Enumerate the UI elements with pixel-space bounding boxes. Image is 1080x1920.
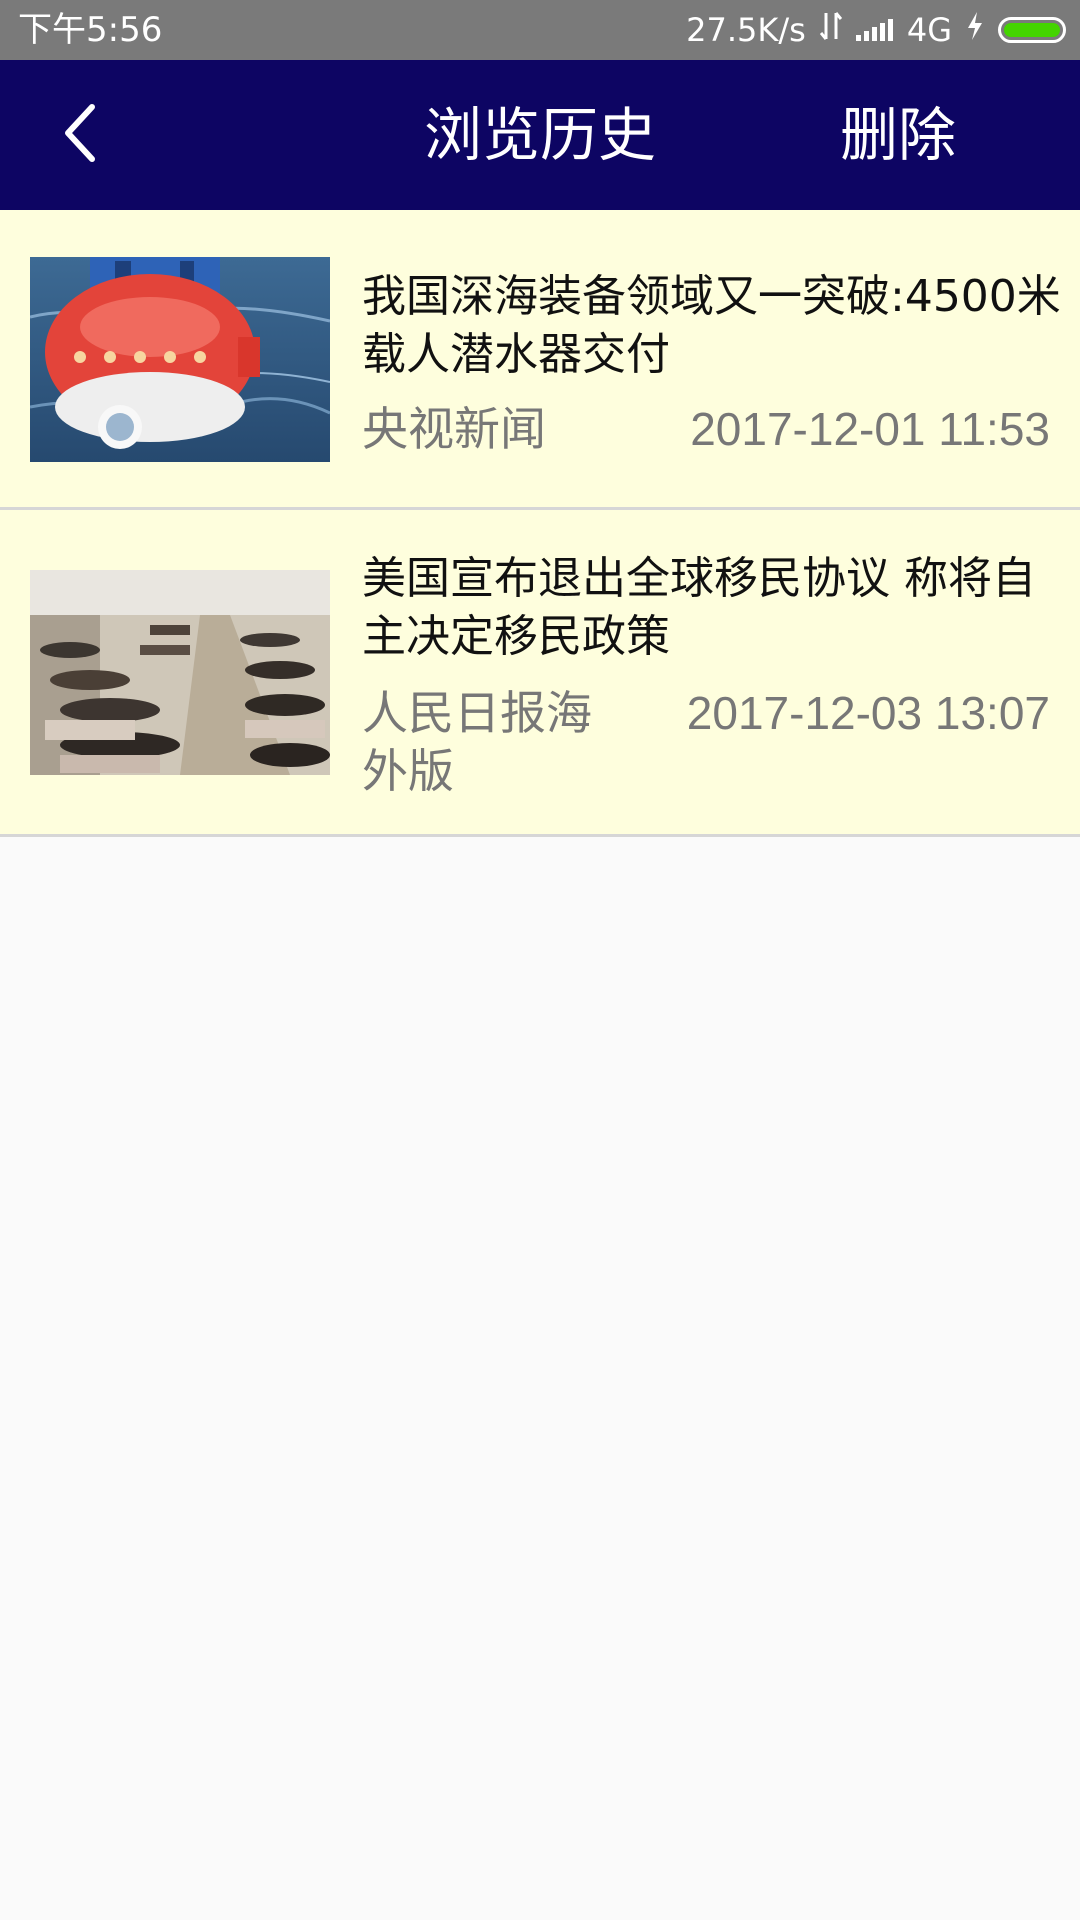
news-time: 2017-12-03 13:07 [686, 687, 1050, 739]
history-item[interactable]: 我国深海装备领域又一突破:4500米载人潜水器交付 央视新闻 2017-12-0… [0, 210, 1080, 510]
status-indicators: 27.5K/s 4G [686, 8, 1066, 52]
battery-icon [998, 17, 1066, 43]
news-thumbnail [30, 570, 330, 775]
data-transfer-icon [819, 11, 842, 49]
status-time: 下午5:56 [18, 10, 163, 50]
status-bar: 下午5:56 27.5K/s 4G [0, 0, 1080, 60]
news-title: 我国深海装备领域又一突破:4500米载人潜水器交付 [362, 271, 1061, 380]
news-title: 美国宣布退出全球移民协议 称将自主决定移民政策 [362, 553, 1036, 662]
news-time: 2017-12-01 11:53 [690, 403, 1050, 455]
history-item[interactable]: 美国宣布退出全球移民协议 称将自主决定移民政策 人民日报海外版 2017-12-… [0, 510, 1080, 837]
network-speed: 27.5K/s [686, 11, 806, 49]
delete-button[interactable]: 删除 [840, 102, 956, 168]
charging-icon [966, 11, 984, 49]
news-source: 人民日报海外版 [362, 686, 592, 798]
news-source: 央视新闻 [362, 402, 546, 456]
app-header: 浏览历史 删除 [0, 60, 1080, 210]
network-type: 4G [906, 11, 952, 49]
history-list: 我国深海装备领域又一突破:4500米载人潜水器交付 央视新闻 2017-12-0… [0, 210, 1080, 837]
news-thumbnail [30, 257, 330, 462]
signal-icon [855, 19, 893, 41]
battery-level [1004, 23, 1060, 37]
